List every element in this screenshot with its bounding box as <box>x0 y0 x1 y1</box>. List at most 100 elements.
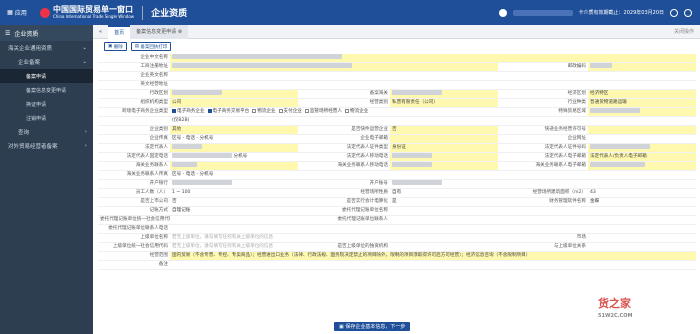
parent-sole-field[interactable] <box>390 242 498 252</box>
english-address-field[interactable] <box>170 80 697 90</box>
registered-address-field[interactable] <box>170 62 498 72</box>
user-name-redacted <box>512 9 573 16</box>
express-license-field[interactable] <box>588 125 697 135</box>
form-row: 委托代理记账单位联系人电话 <box>98 224 697 234</box>
save-next-button[interactable]: ▣ 保存企业基本信息，下一步 <box>334 322 411 331</box>
economic-zone-field[interactable]: 经济特区 <box>588 89 697 99</box>
card-expiry: 卡介质有效期截止：2029年03月20日 <box>578 10 664 16</box>
form-row: 上级单位名称 若无上级单位，请勾填写任何有关上级单位的信息 市场 <box>98 233 697 243</box>
checkbox-logistics[interactable]: 物流企业 <box>252 108 276 114</box>
agent-contact-field[interactable] <box>390 215 498 225</box>
form-row: 企业传真 区号 - 电话 - 分机号 企业电子邮箱 企业网址 <box>98 134 697 144</box>
bank-field[interactable] <box>170 179 298 189</box>
parent-name-field[interactable]: 若无上级单位，请勾填写任何有关上级单位的信息 <box>170 233 498 243</box>
checkbox-logistics-2[interactable]: 物流企业 <box>344 108 368 114</box>
toolbar: ▣ 删除 ▤ 备案回执打印 <box>104 42 172 51</box>
sidebar-item-foreign-trade[interactable]: 对外贸易经营者备案 › <box>0 139 93 153</box>
special-trade-zone-field[interactable] <box>588 107 697 117</box>
business-scope-field[interactable]: 国内贸易（不含专营、专控、专卖商品）；经营进出口业务（法律、行政法规、国务院决定… <box>170 251 697 261</box>
account-field[interactable] <box>390 179 498 189</box>
form-row: 组织机构类型 公司 经营类别 私营有限责任（公司） 行业种类 普通货物道路运输 <box>98 98 697 108</box>
parent-relation-field[interactable] <box>588 242 697 252</box>
legal-rep-phone-field[interactable]: 分机号 <box>170 152 298 162</box>
org-type-field[interactable]: 公司 <box>170 98 298 108</box>
form-row: 企业中文名称 <box>98 54 697 63</box>
tab-scroll-left[interactable]: « <box>93 25 108 39</box>
agent-name-field[interactable] <box>390 206 498 216</box>
checkbox-supervision-site[interactable]: 监管场所经营人 <box>304 108 342 114</box>
legal-rep-field[interactable] <box>170 143 298 153</box>
premises-type-field[interactable]: 自有 <box>390 188 498 198</box>
sidebar-item-renewal[interactable]: 换证申请 <box>0 97 93 111</box>
chevron-right-icon: › <box>84 143 87 149</box>
postal-code-field[interactable] <box>588 62 697 72</box>
close-icon[interactable]: ⊗ <box>178 29 182 35</box>
computerized-accounting-field[interactable]: 是 <box>390 197 498 207</box>
sidebar-item-query[interactable]: 查询 › <box>0 125 93 139</box>
sidebar-header[interactable]: ☰ 企业资质 <box>0 25 93 41</box>
parent-credit-code-field[interactable]: 若无上级单位，请勾填写任何有关上级单位的信息 <box>170 242 298 252</box>
finance-software-field[interactable]: 金蝶 <box>588 197 697 207</box>
sidebar-item-filing-application[interactable]: 备案申请 <box>0 69 93 83</box>
trash-icon: ▣ <box>108 44 113 49</box>
form-row: 英文经营地址 <box>98 80 697 90</box>
sidebar-item-info-change[interactable]: 备案信息变更申请 <box>0 83 93 97</box>
listed-company-field[interactable]: 否 <box>170 197 298 207</box>
chevron-right-icon: › <box>84 129 87 135</box>
checkbox-ecommerce-platform[interactable]: 电子商务交易平台 <box>207 108 249 114</box>
form-row: 开户银行 开户账号 <box>98 179 697 189</box>
customs-contact-mobile-field[interactable] <box>390 161 498 171</box>
bookkeeping-method-field[interactable]: 自理记账 <box>170 206 298 216</box>
admin-division-field[interactable] <box>170 89 298 99</box>
tab-info-change[interactable]: 备案信息变更申请 ⊗ <box>130 24 188 39</box>
legal-rep-id-number-field[interactable] <box>588 143 697 153</box>
legal-rep-id-type-field[interactable]: 身份证 <box>390 143 498 153</box>
brand: 中国国际贸易单一窗口 China International Trade Sin… <box>53 4 135 19</box>
form-row: 备注 <box>98 260 697 270</box>
english-name-field[interactable] <box>170 71 697 81</box>
app-menu-button[interactable]: ▦ 应用 <box>0 8 34 17</box>
form-row: 记账方式 自理记账 委托代理记账单位名称 <box>98 206 697 216</box>
remarks-field[interactable] <box>170 260 697 270</box>
user-icon[interactable] <box>498 8 507 17</box>
tab-home[interactable]: 首页 <box>108 24 131 39</box>
fax-field[interactable]: 区号 - 电话 - 分机号 <box>170 134 298 144</box>
customs-contact-field[interactable] <box>170 161 298 171</box>
ecommerce-type-options: 电子商务企业 电子商务交易平台 物流企业 支付企业 监管场所经营人 物流企业 <box>170 107 498 117</box>
power-icon[interactable] <box>684 8 692 17</box>
customs-office-field[interactable] <box>390 89 498 99</box>
email-field[interactable] <box>390 134 498 144</box>
sidebar-item-enterprise-filing[interactable]: 企业备案 ⌄ <box>0 55 93 69</box>
delete-button[interactable]: ▣ 删除 <box>104 42 127 51</box>
chinese-name-field[interactable] <box>170 54 697 63</box>
watermark: 货之家 51W2C.COM <box>598 297 633 320</box>
form-row: 是否上市公司 否 是否实行会计电算化 是 财务管理软件名称 金蝶 <box>98 197 697 207</box>
checkbox-payment[interactable]: 支付企业 <box>278 108 302 114</box>
market-field[interactable] <box>588 233 697 243</box>
agent-credit-code-field[interactable] <box>170 215 298 225</box>
print-icon: ▤ <box>134 44 139 49</box>
agent-phone-field[interactable] <box>170 224 298 234</box>
legal-rep-email-field[interactable]: 法定代表人/负责人电子邮箱 <box>588 152 697 162</box>
express-operator-field[interactable]: 否 <box>390 125 498 135</box>
checkbox-ecommerce-enterprise[interactable]: 电子商务企业 <box>172 108 205 114</box>
legal-rep-mobile-field[interactable] <box>390 152 498 162</box>
business-category-field[interactable]: 私营有限责任（公司） <box>390 98 498 108</box>
chevron-down-icon: ⌄ <box>82 45 87 51</box>
website-field[interactable] <box>588 134 697 144</box>
tab-bar: « 首页 备案信息变更申请 ⊗ 关闭操作 <box>93 24 700 39</box>
close-operations-button[interactable]: 关闭操作 <box>674 28 700 35</box>
form-row: 法定代表人 法定代表人证件类型 身份证 法定代表人证件号码 <box>98 143 697 153</box>
enterprise-category-field[interactable]: 其他 <box>170 125 298 135</box>
customs-contact-fax-field[interactable]: 区号 - 电话 - 分机号 <box>170 170 298 180</box>
settings-icon[interactable] <box>670 8 678 17</box>
employee-count-field[interactable]: 1 ~ 100 <box>170 188 298 198</box>
customs-contact-email-field[interactable] <box>588 161 697 171</box>
industry-field[interactable]: 普通货物道路运输 <box>588 98 697 108</box>
form-row: 海关业务联系人传真 区号 - 电话 - 分机号 <box>98 170 697 180</box>
print-receipt-button[interactable]: ▤ 备案回执打印 <box>130 42 172 51</box>
sidebar-item-cancellation[interactable]: 注销申请 <box>0 111 93 125</box>
sidebar-item-customs-qualification[interactable]: 海关企业通用资质 ⌄ <box>0 41 93 55</box>
form-row: 委托代理记账单位统一社会信用代码 委托代理记账单位联系人 <box>98 215 697 225</box>
premises-area-field[interactable]: 43 <box>588 188 697 198</box>
